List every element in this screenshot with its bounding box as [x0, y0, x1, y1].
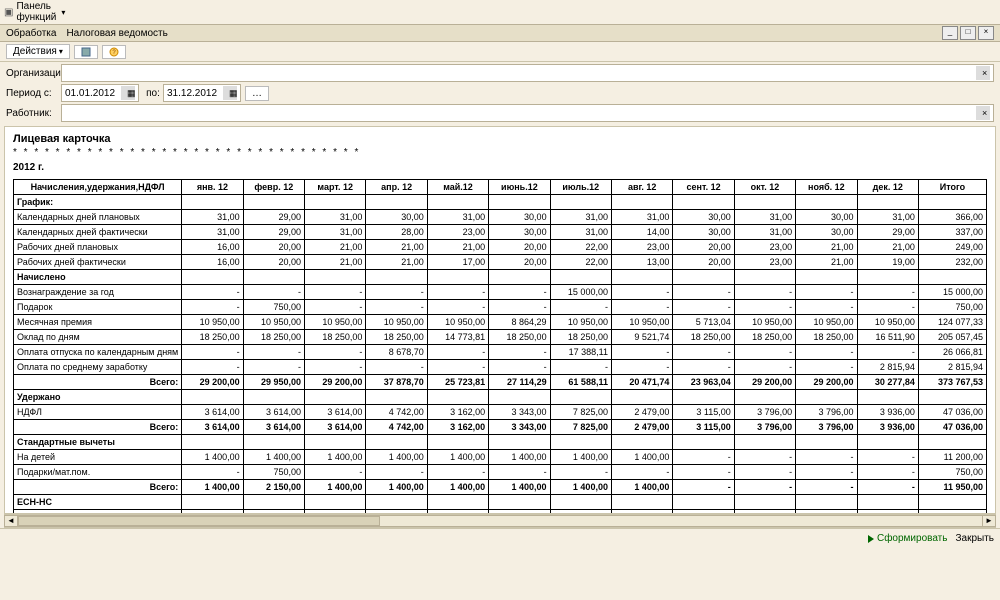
table-row: Вознаграждение за год------15 000,00----… — [14, 285, 987, 300]
card-title: Лицевая карточка — [13, 133, 987, 145]
titlebar: ▣ Панель функций ▾ — [0, 0, 1000, 25]
table-row: НДФЛ3 614,003 614,003 614,004 742,003 16… — [14, 405, 987, 420]
worker-input[interactable]: × — [61, 104, 994, 122]
col-first: Начисления,удержания,НДФЛ — [14, 180, 182, 195]
header-row: Начисления,удержания,НДФЛ янв. 12 февр. … — [14, 180, 987, 195]
section-row: График: — [14, 195, 987, 210]
col-month: дек. 12 — [857, 180, 918, 195]
col-month: авг. 12 — [611, 180, 672, 195]
scroll-thumb[interactable] — [18, 516, 380, 526]
form-area: Организация: × Период с: 01.01.2012▦ по:… — [0, 62, 1000, 126]
date-from-calendar-button[interactable]: ▦ — [121, 86, 135, 100]
close-button[interactable]: Закрыть — [955, 533, 994, 544]
title-dropdown[interactable]: ▾ — [61, 8, 65, 17]
card-stars: * * * * * * * * * * * * * * * * * * * * … — [13, 147, 987, 158]
period-label: Период с: — [6, 88, 61, 99]
window-close-button[interactable]: × — [978, 26, 994, 40]
report-table: Начисления,удержания,НДФЛ янв. 12 февр. … — [13, 179, 987, 514]
table-row: На детей1 400,001 400,001 400,001 400,00… — [14, 450, 987, 465]
table-row: Всего:29 200,0029 950,0029 200,0037 878,… — [14, 375, 987, 390]
table-row: Месячная премия10 950,0010 950,0010 950,… — [14, 315, 987, 330]
col-month: нояб. 12 — [796, 180, 857, 195]
org-label: Организация: — [6, 68, 61, 79]
table-row: Оплата отпуска по календарным дням---8 6… — [14, 345, 987, 360]
worker-label: Работник: — [6, 108, 61, 119]
org-input[interactable]: × — [61, 64, 994, 82]
table-row: Оклад по дням18 250,0018 250,0018 250,00… — [14, 330, 987, 345]
col-month: июнь.12 — [489, 180, 550, 195]
col-month: сент. 12 — [673, 180, 734, 195]
hscrollbar[interactable]: ◄ ► — [4, 514, 996, 528]
menubar: Обработка Налоговая ведомость _ □ × — [0, 25, 1000, 42]
actions-button[interactable]: Действия▾ — [6, 44, 70, 59]
date-to-input[interactable]: 31.12.2012▦ — [163, 84, 241, 102]
col-month: июль.12 — [550, 180, 611, 195]
col-month: февр. 12 — [243, 180, 304, 195]
col-month: март. 12 — [305, 180, 366, 195]
date-from-input[interactable]: 01.01.2012▦ — [61, 84, 139, 102]
col-month: май.12 — [427, 180, 488, 195]
col-total: Итого — [918, 180, 986, 195]
scroll-track[interactable] — [18, 515, 982, 527]
toolbar-icon-1[interactable] — [74, 45, 98, 59]
help-icon[interactable]: ? — [102, 45, 126, 59]
table-row: Всего:3 614,003 614,003 614,004 742,003 … — [14, 420, 987, 435]
section-row: Стандартные вычеты — [14, 435, 987, 450]
scroll-right-button[interactable]: ► — [982, 515, 996, 527]
window-max-button[interactable]: □ — [960, 26, 976, 40]
app-title: Панель функций — [16, 1, 56, 23]
org-clear-button[interactable]: × — [976, 66, 990, 80]
footer: Сформировать Закрыть — [0, 528, 1000, 548]
section-row: ЕСН-НС — [14, 495, 987, 510]
table-row: Подарки/мат.пом.-750,00----------750,00 — [14, 465, 987, 480]
card-year: 2012 г. — [13, 162, 987, 173]
table-row: Подарок-750,00----------750,00 — [14, 300, 987, 315]
scroll-left-button[interactable]: ◄ — [4, 515, 18, 527]
table-row: Календарных дней фактически31,0029,0031,… — [14, 225, 987, 240]
table-row: Рабочих дней плановых16,0020,0021,0021,0… — [14, 240, 987, 255]
window-min-button[interactable]: _ — [942, 26, 958, 40]
period-picker-button[interactable]: … — [245, 86, 269, 101]
play-icon — [868, 535, 874, 543]
table-row: Всего:1 400,002 150,001 400,001 400,001 … — [14, 480, 987, 495]
section-row: Удержано — [14, 390, 987, 405]
menu-nalogovaya-vedomost[interactable]: Налоговая ведомость — [66, 28, 167, 39]
report-document[interactable]: Лицевая карточка * * * * * * * * * * * *… — [4, 126, 996, 514]
table-row: Оплата по среднему заработку-----------2… — [14, 360, 987, 375]
toolbar: Действия▾ ? — [0, 42, 1000, 62]
po-label: по: — [143, 88, 163, 99]
table-row: Календарных дней плановых31,0029,0031,00… — [14, 210, 987, 225]
col-month: янв. 12 — [182, 180, 243, 195]
menu-obrabotka[interactable]: Обработка — [6, 28, 56, 39]
col-month: апр. 12 — [366, 180, 427, 195]
section-row: Начислено — [14, 270, 987, 285]
date-to-calendar-button[interactable]: ▦ — [223, 86, 237, 100]
col-month: окт. 12 — [734, 180, 795, 195]
worker-clear-button[interactable]: × — [976, 106, 990, 120]
table-row: Рабочих дней фактически16,0020,0021,0021… — [14, 255, 987, 270]
generate-button[interactable]: Сформировать — [868, 533, 948, 544]
